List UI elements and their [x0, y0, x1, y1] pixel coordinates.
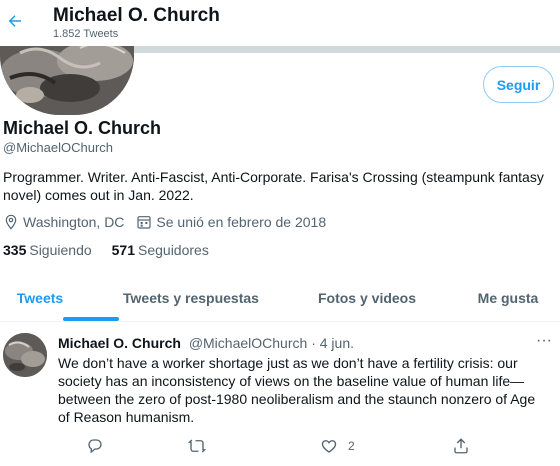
- retweet-icon: [188, 439, 206, 453]
- header-name: Michael O. Church: [53, 5, 220, 26]
- tweet-actions: 2: [0, 435, 560, 457]
- tweet[interactable]: Michael O. Church @MichaelOChurch · 4 ju…: [0, 323, 560, 466]
- follow-stats: 335 Siguiendo 571 Seguidores: [3, 242, 229, 258]
- heart-icon: [321, 440, 337, 453]
- like-count: 2: [348, 439, 355, 453]
- tweet-text: We don’t have a worker shortage just as …: [58, 355, 536, 425]
- retweet-button[interactable]: [188, 435, 216, 457]
- profile-handle: @MichaelOChurch: [3, 140, 114, 155]
- followers-link[interactable]: 571 Seguidores: [112, 242, 209, 258]
- tweet-author-name[interactable]: Michael O. Church: [58, 335, 181, 351]
- location-pin-icon: [5, 214, 17, 230]
- tweet-avatar[interactable]: [3, 333, 47, 377]
- tab-tweets[interactable]: Tweets: [0, 274, 80, 322]
- profile-tabs: Tweets Tweets y respuestas Fotos y video…: [0, 274, 560, 322]
- tweet-avatar-photo: [3, 333, 47, 377]
- joined-text: Se unió en febrero de 2018: [156, 214, 327, 230]
- profile-name: Michael O. Church: [3, 118, 162, 138]
- following-label: Siguiendo: [29, 242, 92, 258]
- tweet-header: Michael O. Church @MichaelOChurch · 4 ju…: [58, 335, 354, 351]
- profile-location: Washington, DC: [3, 214, 124, 230]
- profile-banner: [130, 46, 560, 53]
- active-tab-indicator: [63, 317, 119, 321]
- profile-joined: Se unió en febrero de 2018: [136, 214, 326, 230]
- reply-icon: [88, 439, 102, 454]
- tab-tweets-replies[interactable]: Tweets y respuestas: [110, 274, 272, 322]
- tab-media[interactable]: Fotos y videos: [306, 274, 428, 322]
- following-link[interactable]: 335 Siguiendo: [3, 242, 92, 258]
- share-icon: [454, 438, 468, 454]
- tweet-date[interactable]: 4 jun.: [320, 335, 354, 351]
- profile-bio: Programmer. Writer. Anti-Fascist, Anti-C…: [3, 169, 544, 203]
- profile-header-bar: Michael O. Church 1.852 Tweets: [0, 0, 560, 46]
- followers-label: Seguidores: [138, 242, 209, 258]
- reply-button[interactable]: [86, 435, 114, 457]
- like-button[interactable]: 2: [320, 435, 355, 457]
- followers-count: 571: [111, 242, 135, 258]
- tweet-more-button[interactable]: ···: [532, 332, 556, 349]
- tweet-separator: ·: [311, 335, 316, 351]
- follow-button[interactable]: Seguir: [483, 66, 554, 103]
- tweet-author-handle[interactable]: @MichaelOChurch: [189, 335, 307, 351]
- location-text: Washington, DC: [23, 214, 125, 230]
- header-tweet-count: 1.852 Tweets: [53, 28, 119, 40]
- back-button[interactable]: [2, 8, 28, 34]
- tab-likes[interactable]: Me gusta: [462, 274, 554, 322]
- profile-meta: Washington, DC Se unió en febrero de 201…: [3, 214, 338, 230]
- share-button[interactable]: [452, 435, 470, 457]
- arrow-left-icon: [8, 15, 21, 27]
- following-count: 335: [3, 242, 27, 258]
- calendar-icon: [137, 216, 152, 229]
